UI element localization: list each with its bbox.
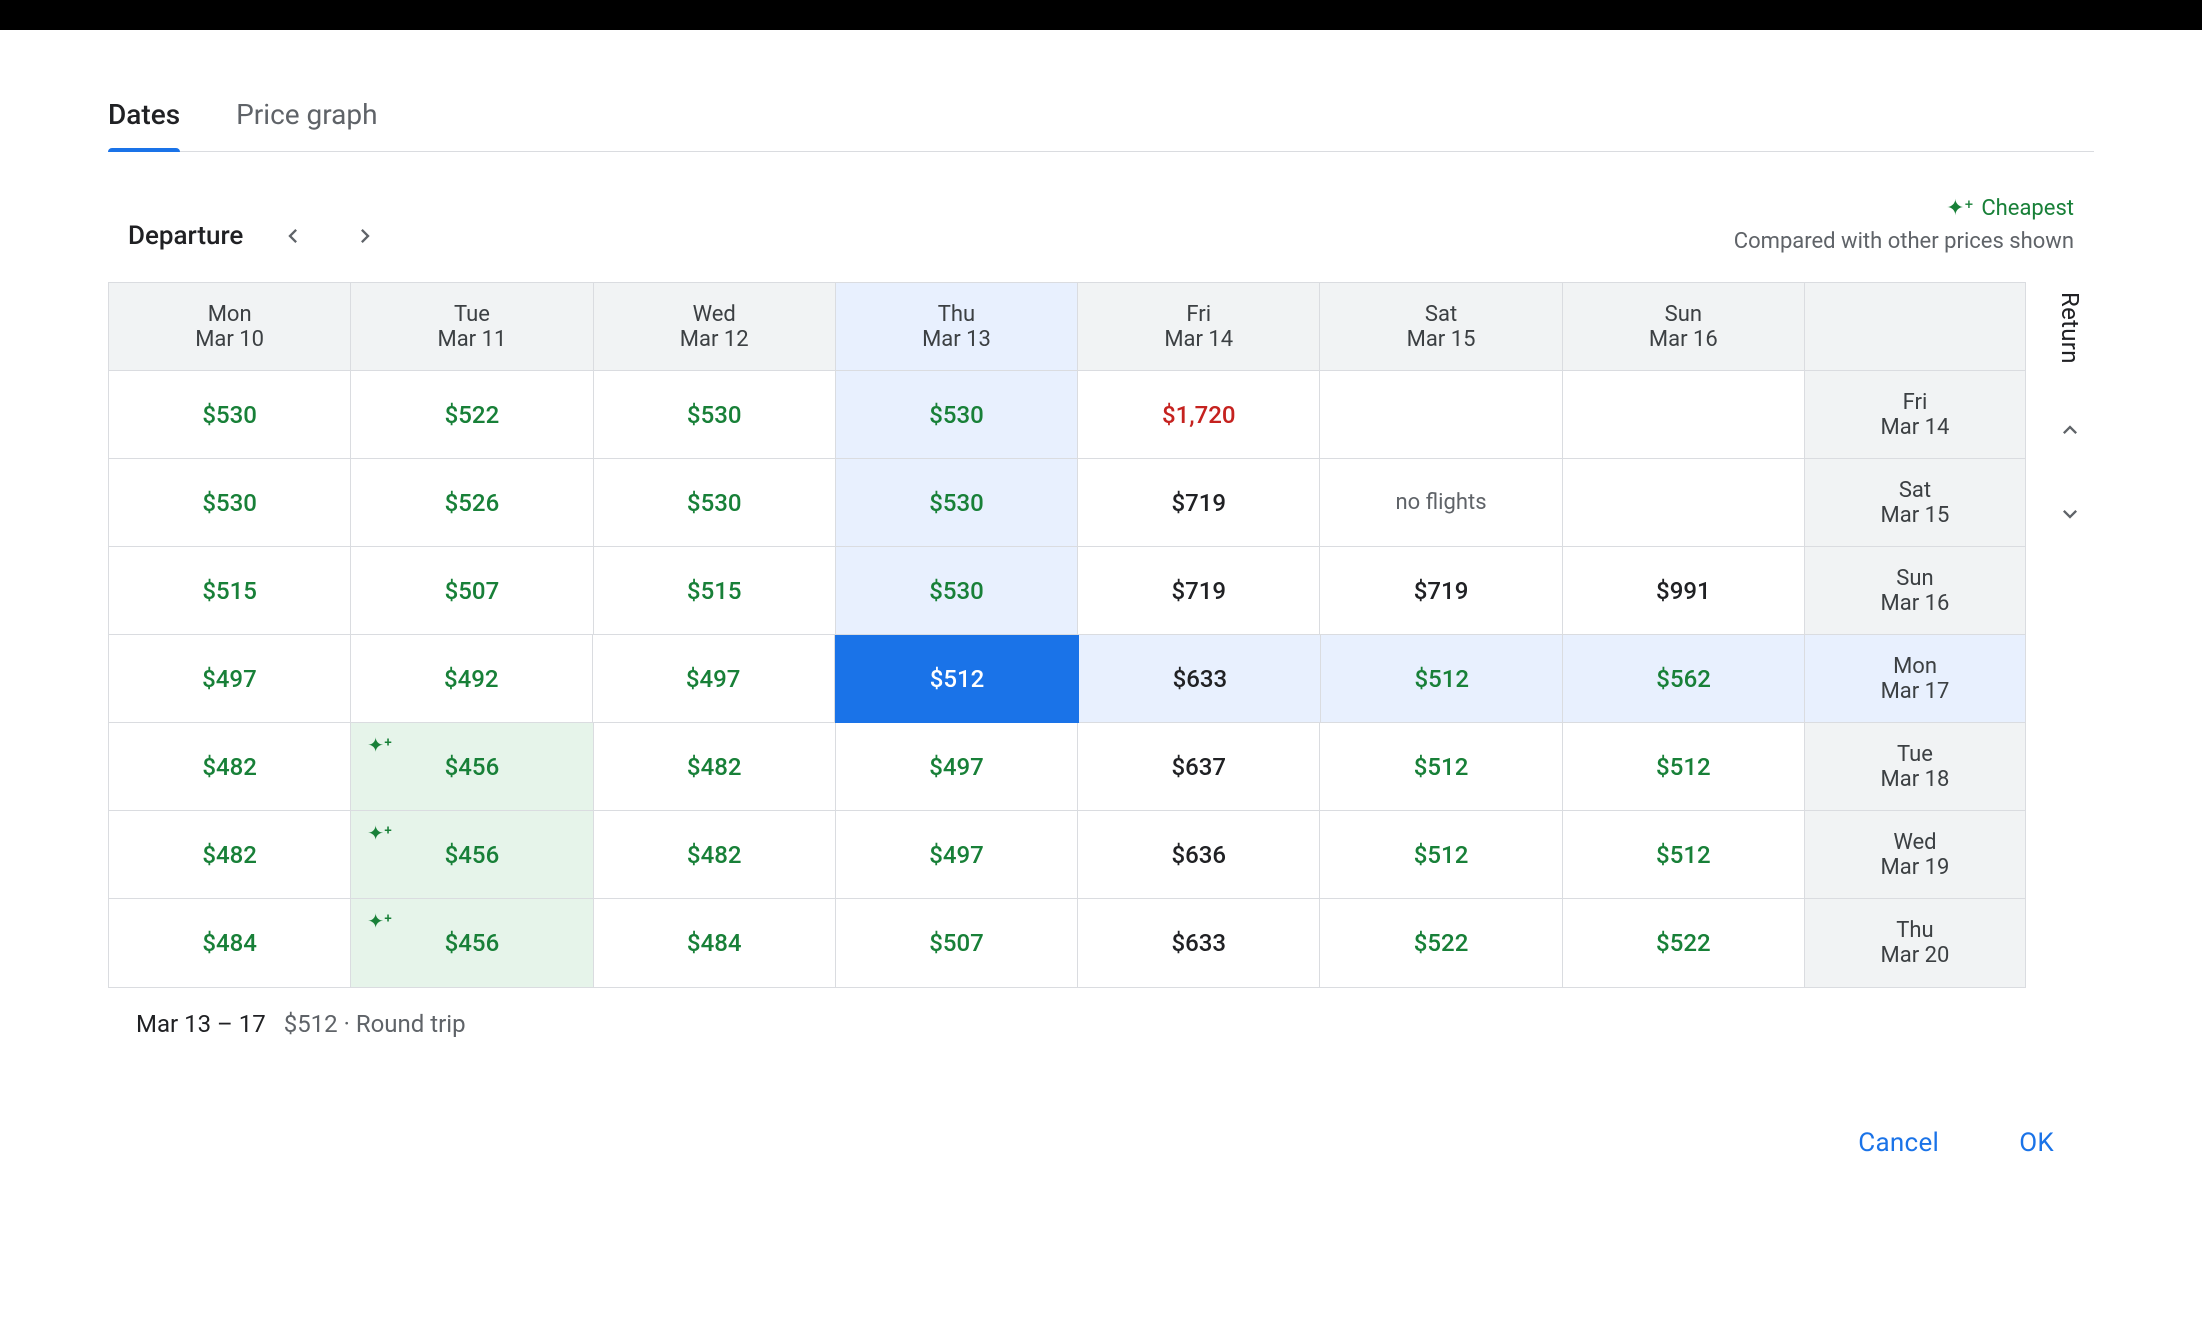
price-cell[interactable]: $633 <box>1079 635 1321 723</box>
price-cell <box>1320 371 1562 459</box>
sparkle-icon: ✦⁺ <box>367 733 392 757</box>
price-cell[interactable]: $530 <box>836 459 1078 547</box>
price-cell[interactable]: $512 <box>1320 811 1562 899</box>
price-cell[interactable]: $512 <box>835 635 1080 723</box>
sparkle-icon: ✦⁺ <box>367 821 392 845</box>
price-cell[interactable]: ✦⁺$456 <box>351 899 593 987</box>
price-cell[interactable]: $637 <box>1078 723 1320 811</box>
view-tabs: Dates Price graph <box>108 86 2094 152</box>
price-cell[interactable]: $515 <box>594 547 836 635</box>
legend-cheapest: Cheapest <box>1981 192 2074 225</box>
price-cell[interactable]: $636 <box>1078 811 1320 899</box>
date-price-grid: MonMar 10TueMar 11WedMar 12ThuMar 13FriM… <box>108 282 2026 988</box>
price-cell[interactable]: $497 <box>836 723 1078 811</box>
departure-column-header: FriMar 14 <box>1078 283 1320 371</box>
price-cell <box>1563 371 1805 459</box>
departure-prev-button[interactable] <box>271 214 315 258</box>
return-row-header: FriMar 14 <box>1805 371 2025 459</box>
return-next-button[interactable] <box>2056 500 2084 532</box>
return-row-header: SunMar 16 <box>1805 547 2025 635</box>
departure-column-header: SatMar 15 <box>1320 283 1562 371</box>
return-row-header: MonMar 17 <box>1805 635 2025 723</box>
price-cell[interactable]: $512 <box>1563 723 1805 811</box>
price-cell[interactable]: $522 <box>351 371 593 459</box>
price-cell[interactable]: $512 <box>1321 635 1563 723</box>
price-cell[interactable]: $562 <box>1563 635 1805 723</box>
tab-dates[interactable]: Dates <box>108 86 180 151</box>
chevron-right-icon <box>351 222 379 250</box>
price-cell[interactable]: $507 <box>836 899 1078 987</box>
price-cell[interactable]: $492 <box>351 635 593 723</box>
departure-next-button[interactable] <box>343 214 387 258</box>
price-cell[interactable]: $530 <box>594 371 836 459</box>
chevron-down-icon <box>2056 500 2084 528</box>
chevron-up-icon <box>2056 416 2084 444</box>
price-cell[interactable]: $991 <box>1563 547 1805 635</box>
price-cell[interactable]: $633 <box>1078 899 1320 987</box>
price-cell[interactable]: $530 <box>836 547 1078 635</box>
legend: ✦⁺ Cheapest Compared with other prices s… <box>1734 192 2074 258</box>
price-cell[interactable]: $482 <box>594 723 836 811</box>
price-cell[interactable]: $522 <box>1320 899 1562 987</box>
price-cell[interactable]: $482 <box>594 811 836 899</box>
departure-column-header: SunMar 16 <box>1563 283 1805 371</box>
price-cell[interactable]: $530 <box>594 459 836 547</box>
return-row-header: SatMar 15 <box>1805 459 2025 547</box>
tab-price-graph[interactable]: Price graph <box>236 86 377 151</box>
price-cell[interactable]: $497 <box>593 635 835 723</box>
legend-compared: Compared with other prices shown <box>1734 225 2074 258</box>
chevron-left-icon <box>279 222 307 250</box>
return-row-header: ThuMar 20 <box>1805 899 2025 987</box>
corner-cell <box>1805 283 2025 371</box>
price-cell[interactable]: $482 <box>109 723 351 811</box>
price-cell[interactable]: $719 <box>1078 547 1320 635</box>
cancel-button[interactable]: Cancel <box>1858 1128 1939 1158</box>
price-cell[interactable]: $512 <box>1563 811 1805 899</box>
price-cell[interactable]: $515 <box>109 547 351 635</box>
departure-column-header: MonMar 10 <box>109 283 351 371</box>
price-cell[interactable]: $1,720 <box>1078 371 1320 459</box>
price-cell[interactable]: $512 <box>1320 723 1562 811</box>
price-cell[interactable]: $497 <box>836 811 1078 899</box>
price-cell[interactable]: $482 <box>109 811 351 899</box>
price-cell[interactable]: $719 <box>1078 459 1320 547</box>
price-cell[interactable]: $530 <box>109 459 351 547</box>
price-cell[interactable]: ✦⁺$456 <box>351 811 593 899</box>
price-cell[interactable]: $719 <box>1320 547 1562 635</box>
sparkle-icon: ✦⁺ <box>367 909 392 933</box>
departure-column-header: TueMar 11 <box>351 283 593 371</box>
ok-button[interactable]: OK <box>2019 1128 2054 1158</box>
price-cell[interactable]: $497 <box>109 635 351 723</box>
price-cell[interactable]: $522 <box>1563 899 1805 987</box>
price-cell[interactable]: $484 <box>594 899 836 987</box>
departure-column-header: WedMar 12 <box>594 283 836 371</box>
price-cell[interactable]: $530 <box>836 371 1078 459</box>
sparkle-icon: ✦⁺ <box>1946 192 1973 225</box>
return-label: Return <box>2056 292 2084 364</box>
return-row-header: TueMar 18 <box>1805 723 2025 811</box>
price-cell[interactable]: ✦⁺$456 <box>351 723 593 811</box>
price-cell[interactable]: $530 <box>109 371 351 459</box>
price-cell[interactable]: $507 <box>351 547 593 635</box>
return-row-header: WedMar 19 <box>1805 811 2025 899</box>
selected-detail: $512 · Round trip <box>284 1010 466 1038</box>
return-prev-button[interactable] <box>2056 416 2084 448</box>
selected-range: Mar 13 – 17 <box>136 1010 266 1038</box>
price-cell[interactable]: $526 <box>351 459 593 547</box>
price-cell[interactable]: $484 <box>109 899 351 987</box>
price-cell <box>1563 459 1805 547</box>
price-cell: no flights <box>1320 459 1562 547</box>
departure-column-header: ThuMar 13 <box>836 283 1078 371</box>
departure-label: Departure <box>128 221 243 251</box>
